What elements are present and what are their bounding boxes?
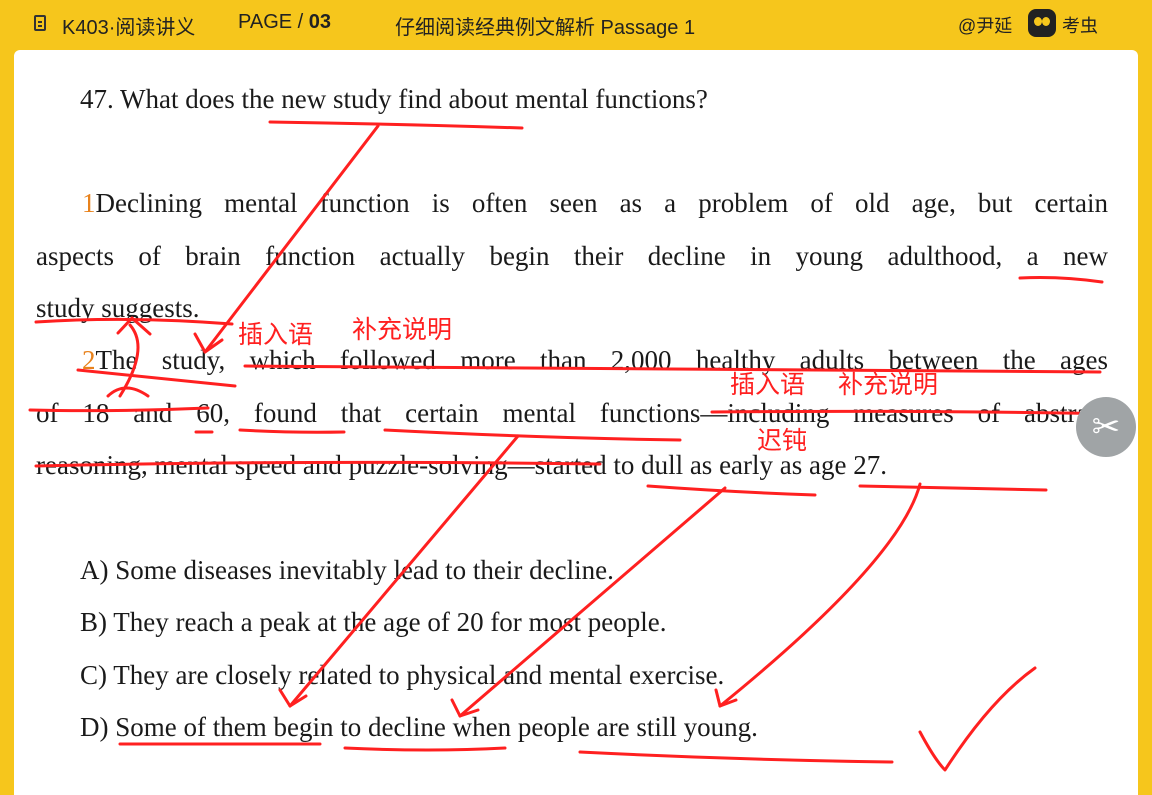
paragraph1-line2: aspects of brain function actually begin… bbox=[36, 241, 1108, 271]
page-prefix: PAGE / bbox=[238, 11, 309, 33]
question-text: 47. What does the new study find about m… bbox=[80, 84, 708, 114]
annotation-insertion-1: 插入语 bbox=[238, 320, 314, 349]
option-a: A) Some diseases inevitably lead to thei… bbox=[80, 555, 614, 585]
document-icon bbox=[34, 15, 46, 31]
paragraph2-line3: reasoning, mental speed and puzzle-solvi… bbox=[36, 450, 887, 480]
paragraph1-number: 1 bbox=[82, 188, 96, 218]
document-page: 47. What does the new study find about m… bbox=[14, 50, 1138, 795]
page-number: 03 bbox=[308, 11, 332, 33]
annotation-dull-meaning: 迟钝 bbox=[757, 426, 808, 455]
paragraph2-number: 2 bbox=[82, 345, 96, 375]
paragraph2-line2: of 18 and 60, found that certain mental … bbox=[36, 398, 1108, 428]
option-b: B) They reach a peak at the age of 20 fo… bbox=[80, 607, 667, 637]
top-bar: K403·阅读讲义 PAGE / 03 仔细阅读经典例文解析 Passage 1… bbox=[0, 0, 1152, 50]
annotation-insertion-2: 插入语 bbox=[730, 370, 806, 399]
paragraph1-line1: 1Declining mental function is often seen… bbox=[36, 190, 1108, 217]
annotation-supplement-1: 补充说明 bbox=[352, 315, 453, 344]
author-handle: @尹延 bbox=[958, 16, 1013, 36]
paragraph1-line3: study suggests. bbox=[36, 293, 200, 323]
kaochong-logo-icon bbox=[1028, 9, 1056, 37]
paragraph2-line1: 2The study, which followed more than 2,0… bbox=[36, 347, 1108, 374]
page-indicator: PAGE / 03 bbox=[238, 11, 331, 34]
paragraph2-line1-text: The study, which followed more than 2,00… bbox=[95, 345, 1109, 375]
lecture-subtitle: 仔细阅读经典例文解析 Passage 1 bbox=[395, 17, 696, 39]
brand-name: 考虫 bbox=[1062, 16, 1098, 36]
option-d: D) Some of them begin to decline when pe… bbox=[80, 712, 758, 742]
paragraph1-line1-text: Declining mental function is often seen … bbox=[95, 188, 1109, 218]
annotation-supplement-2: 补充说明 bbox=[838, 370, 939, 399]
scissors-icon[interactable]: ✂ bbox=[1076, 397, 1136, 457]
course-title: K403·阅读讲义 bbox=[62, 17, 196, 39]
option-c: C) They are closely related to physical … bbox=[80, 660, 725, 690]
